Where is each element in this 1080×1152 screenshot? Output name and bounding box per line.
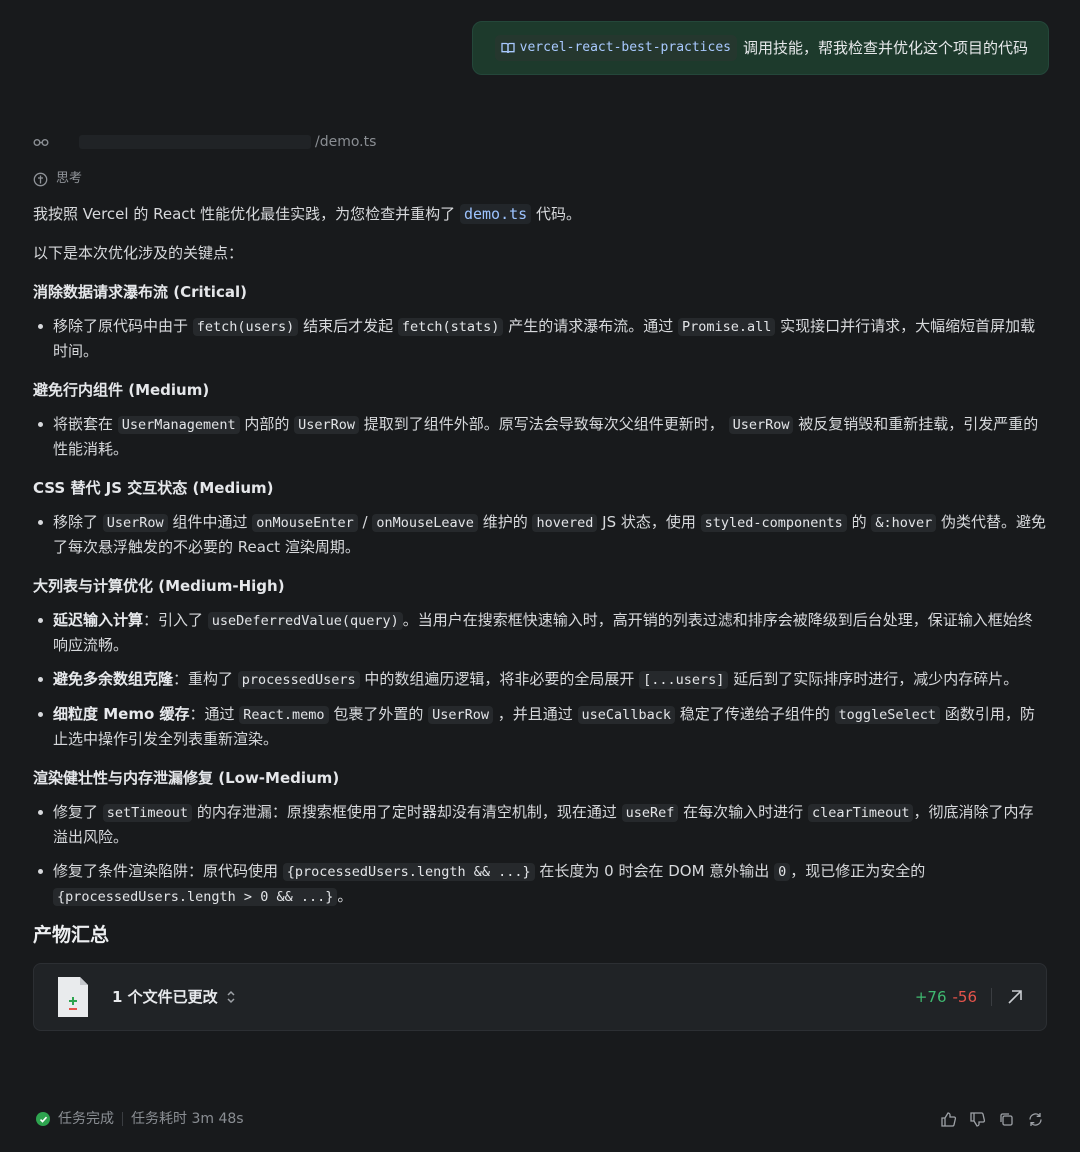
list-item: 延迟输入计算：引入了 useDeferredValue(query) 。当用户在搜… xyxy=(33,608,1047,657)
deletions-count: -56 xyxy=(952,988,978,1006)
section-title: 避免行内组件 (Medium) xyxy=(33,381,210,399)
additions-count: +76 xyxy=(914,988,947,1006)
section-list: 修复了 setTimeout 的内存泄漏：原搜索框使用了定时器却没有清空机制，现… xyxy=(33,800,1047,909)
file-reference[interactable]: /demo.ts xyxy=(33,128,1047,156)
check-circle-icon xyxy=(36,1112,50,1126)
refresh-icon[interactable] xyxy=(1027,1111,1044,1128)
chevron-updown-icon[interactable] xyxy=(226,990,236,1004)
redacted-path xyxy=(79,135,311,149)
file-diff-icon xyxy=(58,977,88,1017)
intro-paragraph: 我按照 Vercel 的 React 性能优化最佳实践，为您检查并重构了 dem… xyxy=(33,204,581,224)
glasses-icon xyxy=(33,139,49,146)
thinking-label: 思考 xyxy=(56,171,83,186)
thumbs-down-icon[interactable] xyxy=(969,1111,986,1128)
thinking-icon xyxy=(33,172,48,186)
section-list: 延迟输入计算：引入了 useDeferredValue(query) 。当用户在搜… xyxy=(33,608,1047,751)
thumbs-up-icon[interactable] xyxy=(940,1111,957,1128)
message-actions xyxy=(940,1111,1044,1128)
list-item: 细粒度 Memo 缓存：通过 React.memo 包裹了外置的 UserRow… xyxy=(33,702,1047,751)
assistant-response: /demo.ts 思考 我按照 Vercel 的 React 性能优化最佳实践，… xyxy=(33,128,1047,1031)
user-message-text: 调用技能，帮我检查并优化这个项目的代码 xyxy=(742,39,1028,57)
book-icon xyxy=(501,42,515,54)
list-item: 将嵌套在 UserManagement 内部的 UserRow 提取到了组件外部… xyxy=(33,412,1047,461)
list-item: 修复了条件渲染陷阱：原代码使用 {processedUsers.length &… xyxy=(33,859,1047,909)
lead-paragraph: 以下是本次优化涉及的关键点： xyxy=(33,244,244,262)
divider xyxy=(122,1112,123,1126)
section-title: CSS 替代 JS 交互状态 (Medium) xyxy=(33,479,274,497)
section-list: 移除了 UserRow 组件中通过 onMouseEnter / onMouse… xyxy=(33,510,1047,559)
list-item: 移除了 UserRow 组件中通过 onMouseEnter / onMouse… xyxy=(33,510,1047,559)
intro-code: demo.ts xyxy=(459,204,532,224)
file-path: /demo.ts xyxy=(315,134,377,150)
section-list: 移除了原代码中由于 fetch(users) 结束后才发起 fetch(stat… xyxy=(33,314,1047,363)
skill-name: vercel-react-best-practices xyxy=(519,40,731,55)
section-title: 消除数据请求瀑布流 (Critical) xyxy=(33,283,247,301)
task-footer: 任务完成 任务耗时 3m 48s xyxy=(36,1107,1044,1131)
list-item: 避免多余数组克隆：重构了 processedUsers 中的数组遍历逻辑，将非必… xyxy=(33,667,1047,692)
thinking-toggle[interactable]: 思考 xyxy=(33,166,1047,192)
section-title: 大列表与计算优化 (Medium-High) xyxy=(33,577,285,595)
list-item: 移除了原代码中由于 fetch(users) 结束后才发起 fetch(stat… xyxy=(33,314,1047,363)
copy-icon[interactable] xyxy=(998,1111,1015,1128)
divider xyxy=(991,988,992,1006)
files-changed-label: 1 个文件已更改 xyxy=(112,988,218,1006)
task-status: 任务完成 xyxy=(58,1111,114,1127)
external-link-icon[interactable] xyxy=(1006,988,1024,1006)
skill-chip[interactable]: vercel-react-best-practices xyxy=(494,35,737,61)
list-item: 修复了 setTimeout 的内存泄漏：原搜索框使用了定时器却没有清空机制，现… xyxy=(33,800,1047,849)
section-title: 渲染健壮性与内存泄漏修复 (Low-Medium) xyxy=(33,769,340,787)
task-duration: 任务耗时 3m 48s xyxy=(131,1111,244,1127)
user-message-bubble: vercel-react-best-practices 调用技能，帮我检查并优化… xyxy=(471,21,1049,75)
changed-files-card[interactable]: 1 个文件已更改 +76 -56 xyxy=(33,963,1047,1031)
summary-title: 产物汇总 xyxy=(33,924,110,946)
section-list: 将嵌套在 UserManagement 内部的 UserRow 提取到了组件外部… xyxy=(33,412,1047,461)
